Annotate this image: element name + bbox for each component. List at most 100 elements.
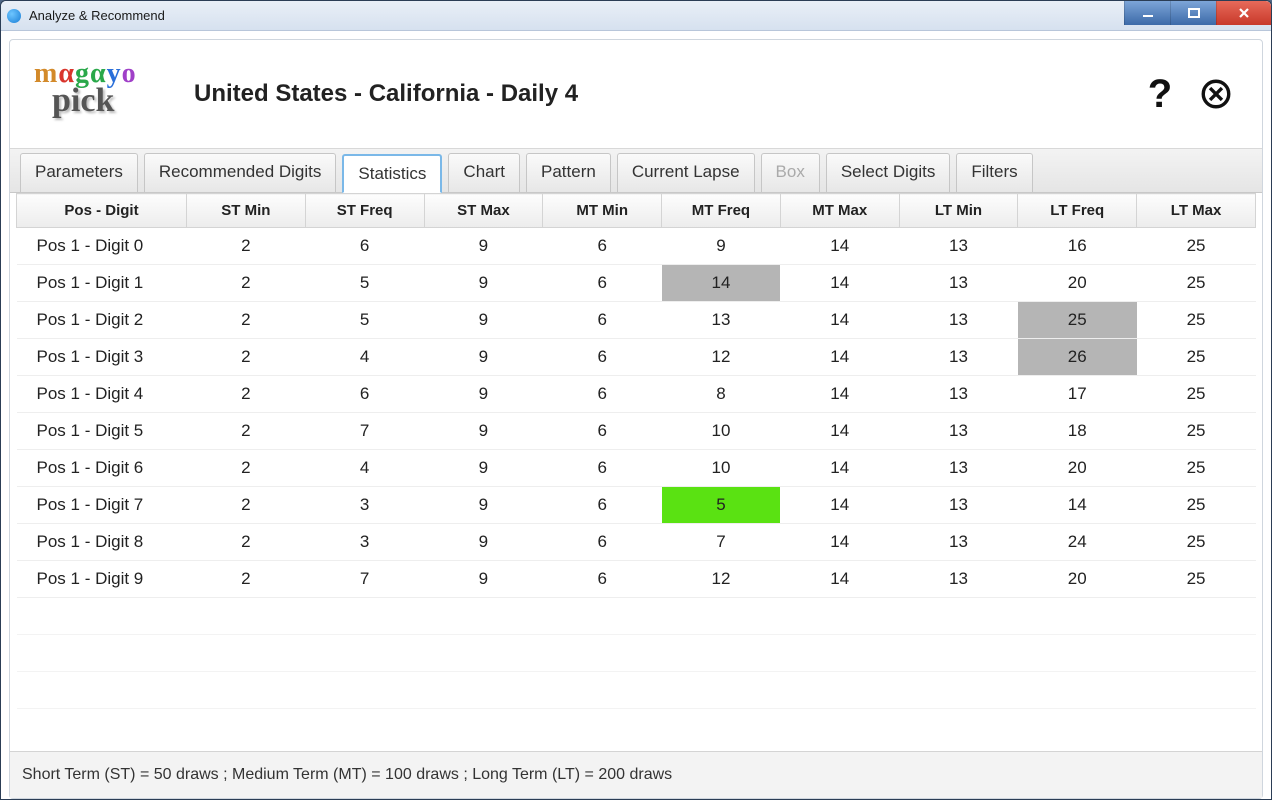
cell-lt_freq: 17	[1018, 376, 1137, 413]
cell-st_freq: 4	[305, 339, 424, 376]
col-header[interactable]: ST Max	[424, 194, 543, 228]
cell-mt_min: 6	[543, 561, 662, 598]
table-row[interactable]: Pos 1 - Digit 125961414132025	[17, 265, 1256, 302]
col-header[interactable]: MT Max	[780, 194, 899, 228]
col-header[interactable]: MT Freq	[662, 194, 781, 228]
tab-chart[interactable]: Chart	[448, 153, 520, 192]
col-header[interactable]: Pos - Digit	[17, 194, 187, 228]
cell-lt_min: 13	[899, 450, 1018, 487]
cell-st_max: 9	[424, 450, 543, 487]
window-close-button[interactable]	[1216, 1, 1271, 25]
col-header[interactable]: MT Min	[543, 194, 662, 228]
cell-lt_max: 25	[1137, 339, 1256, 376]
cell-st_min: 2	[187, 339, 306, 376]
cell-st_max: 9	[424, 376, 543, 413]
cell-lt_freq: 20	[1018, 265, 1137, 302]
client-area: mαgαyo pick United States - California -…	[1, 31, 1271, 799]
help-icon[interactable]: ?	[1142, 76, 1178, 112]
footer-legend: Short Term (ST) = 50 draws ; Medium Term…	[10, 751, 1262, 798]
cell-lt_min: 13	[899, 413, 1018, 450]
cell-mt_max: 14	[780, 561, 899, 598]
cell-st_min: 2	[187, 228, 306, 265]
table-row[interactable]: Pos 1 - Digit 82396714132425	[17, 524, 1256, 561]
cell-mt_freq: 12	[662, 561, 781, 598]
header: mαgαyo pick United States - California -…	[10, 40, 1262, 148]
table-row[interactable]: Pos 1 - Digit 927961214132025	[17, 561, 1256, 598]
page-title: United States - California - Daily 4	[194, 80, 578, 108]
tab-recommended-digits[interactable]: Recommended Digits	[144, 153, 337, 192]
cell-lt_min: 13	[899, 487, 1018, 524]
grid-wrap[interactable]: Pos - DigitST MinST FreqST MaxMT MinMT F…	[10, 193, 1262, 751]
cell-st_max: 9	[424, 228, 543, 265]
table-row[interactable]: Pos 1 - Digit 527961014131825	[17, 413, 1256, 450]
cell-lt_freq: 18	[1018, 413, 1137, 450]
cell-lt_min: 13	[899, 302, 1018, 339]
tab-filters[interactable]: Filters	[956, 153, 1032, 192]
tab-current-lapse[interactable]: Current Lapse	[617, 153, 755, 192]
cell-label: Pos 1 - Digit 4	[17, 376, 187, 413]
cell-label: Pos 1 - Digit 0	[17, 228, 187, 265]
window-buttons	[1124, 1, 1271, 25]
cell-mt_max: 14	[780, 302, 899, 339]
cell-st_max: 9	[424, 302, 543, 339]
table-row[interactable]: Pos 1 - Digit 624961014132025	[17, 450, 1256, 487]
table-row[interactable]: Pos 1 - Digit 72396514131425	[17, 487, 1256, 524]
cell-st_max: 9	[424, 524, 543, 561]
cell-mt_freq: 12	[662, 339, 781, 376]
cell-st_freq: 3	[305, 487, 424, 524]
cell-lt_freq: 16	[1018, 228, 1137, 265]
cell-st_max: 9	[424, 339, 543, 376]
cell-mt_freq: 8	[662, 376, 781, 413]
col-header[interactable]: LT Min	[899, 194, 1018, 228]
cell-st_max: 9	[424, 561, 543, 598]
tab-statistics[interactable]: Statistics	[342, 154, 442, 193]
app-logo: mαgαyo pick	[34, 58, 164, 130]
table-row-empty	[17, 635, 1256, 672]
col-header[interactable]: LT Freq	[1018, 194, 1137, 228]
table-row[interactable]: Pos 1 - Digit 324961214132625	[17, 339, 1256, 376]
table-row[interactable]: Pos 1 - Digit 42696814131725	[17, 376, 1256, 413]
cell-st_max: 9	[424, 413, 543, 450]
cell-lt_freq: 14	[1018, 487, 1137, 524]
minimize-button[interactable]	[1124, 1, 1170, 25]
cell-mt_max: 14	[780, 339, 899, 376]
logo-word-2: pick	[52, 82, 164, 120]
cell-label: Pos 1 - Digit 2	[17, 302, 187, 339]
maximize-button[interactable]	[1170, 1, 1216, 25]
tab-select-digits[interactable]: Select Digits	[826, 153, 950, 192]
table-row[interactable]: Pos 1 - Digit 225961314132525	[17, 302, 1256, 339]
cell-lt_min: 13	[899, 524, 1018, 561]
cell-mt_freq: 5	[662, 487, 781, 524]
cell-lt_max: 25	[1137, 413, 1256, 450]
cell-label: Pos 1 - Digit 8	[17, 524, 187, 561]
table-row[interactable]: Pos 1 - Digit 02696914131625	[17, 228, 1256, 265]
cell-lt_max: 25	[1137, 265, 1256, 302]
cell-st_freq: 7	[305, 413, 424, 450]
cell-mt_min: 6	[543, 265, 662, 302]
cell-st_freq: 7	[305, 561, 424, 598]
cell-lt_freq: 25	[1018, 302, 1137, 339]
cell-lt_max: 25	[1137, 524, 1256, 561]
cell-st_freq: 4	[305, 450, 424, 487]
col-header[interactable]: ST Min	[187, 194, 306, 228]
col-header[interactable]: LT Max	[1137, 194, 1256, 228]
cell-lt_max: 25	[1137, 487, 1256, 524]
cell-lt_min: 13	[899, 561, 1018, 598]
cell-mt_max: 14	[780, 413, 899, 450]
cell-label: Pos 1 - Digit 5	[17, 413, 187, 450]
cell-st_max: 9	[424, 487, 543, 524]
tab-pattern[interactable]: Pattern	[526, 153, 611, 192]
cell-st_max: 9	[424, 265, 543, 302]
tab-parameters[interactable]: Parameters	[20, 153, 138, 192]
col-header[interactable]: ST Freq	[305, 194, 424, 228]
cell-lt_freq: 24	[1018, 524, 1137, 561]
cell-mt_freq: 10	[662, 450, 781, 487]
cell-label: Pos 1 - Digit 3	[17, 339, 187, 376]
cell-mt_min: 6	[543, 228, 662, 265]
cell-lt_min: 13	[899, 339, 1018, 376]
cell-label: Pos 1 - Digit 6	[17, 450, 187, 487]
cell-lt_max: 25	[1137, 561, 1256, 598]
close-icon[interactable]	[1198, 76, 1234, 112]
cell-mt_min: 6	[543, 339, 662, 376]
cell-st_min: 2	[187, 561, 306, 598]
